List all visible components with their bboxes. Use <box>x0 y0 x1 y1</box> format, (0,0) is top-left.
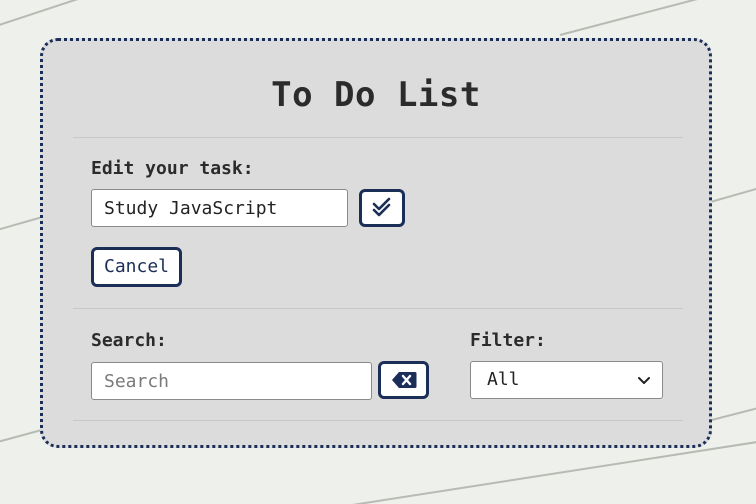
confirm-edit-button[interactable] <box>359 189 405 227</box>
page-title: To Do List <box>271 75 481 115</box>
edit-task-label: Edit your task: <box>91 158 254 179</box>
filter-select[interactable]: All <box>470 361 663 399</box>
edit-task-input[interactable] <box>91 189 348 227</box>
search-label: Search: <box>91 330 167 351</box>
clear-search-button[interactable] <box>378 361 429 399</box>
cancel-button[interactable]: Cancel <box>91 247 183 287</box>
divider-middle <box>73 308 683 309</box>
backspace-icon <box>391 372 416 388</box>
divider-bottom <box>73 420 683 421</box>
filter-selected-value: All <box>487 369 520 390</box>
filter-label: Filter: <box>470 330 546 351</box>
chevron-down-icon <box>638 377 650 384</box>
divider-top <box>73 137 683 138</box>
todo-card: To Do List Edit your task: Cancel Search… <box>40 38 712 448</box>
double-check-icon <box>372 197 391 217</box>
search-input[interactable] <box>91 362 372 400</box>
